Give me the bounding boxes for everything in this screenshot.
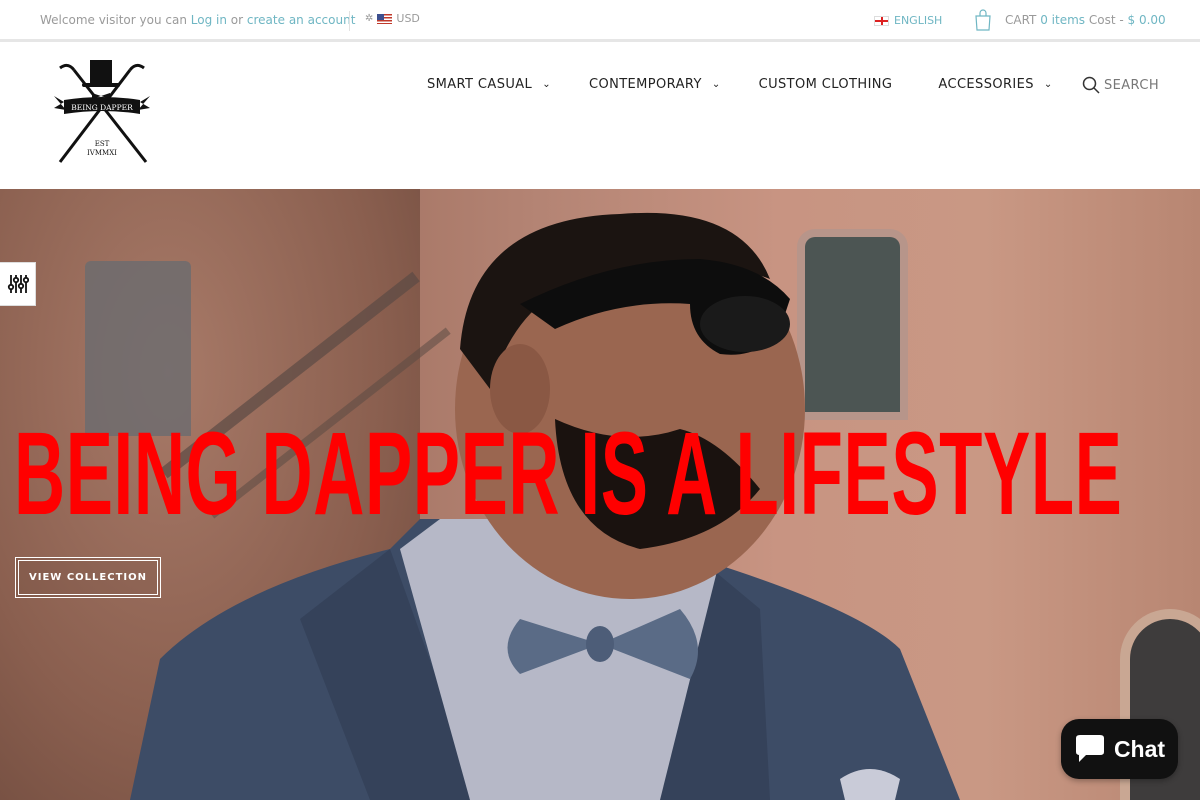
nav-label: ACCESSORIES (938, 77, 1034, 92)
sliders-icon (7, 275, 29, 293)
search-icon (1082, 76, 1100, 94)
hero-banner: BEING DAPPER IS A LIFESTYLE VIEW COLLECT… (0, 189, 1200, 800)
nav-item-smart-casual[interactable]: SMART CASUAL ⌄ (427, 77, 551, 92)
top-hat-canes-logo-icon: BEING DAPPER EST IVMMXI (54, 60, 150, 163)
shopping-bag-icon (975, 9, 991, 31)
site-header: BEING DAPPER EST IVMMXI SMART CASUAL ⌄ C… (0, 45, 1200, 189)
or-text: or (230, 13, 244, 27)
nav-item-accessories[interactable]: ACCESSORIES ⌄ (938, 77, 1052, 92)
us-flag-icon (377, 13, 393, 24)
filter-toggle-button[interactable] (0, 262, 36, 306)
divider (349, 11, 350, 31)
cart-cost-value: $ 0.00 (1127, 13, 1166, 27)
currency-label: USD (396, 12, 420, 25)
view-collection-button[interactable]: VIEW COLLECTION (15, 557, 161, 598)
top-bar: Welcome visitor you can Log in or create… (0, 0, 1200, 42)
logo-est-text: EST (95, 140, 110, 148)
brand-logo[interactable]: BEING DAPPER EST IVMMXI (50, 58, 154, 166)
nav-item-custom-clothing[interactable]: CUSTOM CLOTHING (759, 77, 893, 92)
language-label: ENGLISH (894, 14, 943, 27)
cart-summary[interactable]: CART 0 items Cost - $ 0.00 (973, 9, 1166, 31)
nav-label: CUSTOM CLOTHING (758, 77, 893, 92)
logo-year-text: IVMMXI (87, 149, 117, 157)
gear-icon: ✲ (365, 13, 374, 24)
welcome-text: Welcome visitor you can (40, 13, 187, 27)
hero-headline: BEING DAPPER IS A LIFESTYLE (14, 408, 1123, 540)
welcome-message: Welcome visitor you can Log in or create… (40, 13, 355, 27)
cart-item-count: 0 items (1040, 13, 1086, 27)
chat-bubble-icon (1075, 735, 1104, 762)
create-account-link[interactable]: create an account (247, 13, 356, 27)
currency-selector[interactable]: ✲ USD (365, 12, 420, 25)
nav-label: CONTEMPORARY (588, 77, 702, 92)
nav-item-contemporary[interactable]: CONTEMPORARY ⌄ (589, 77, 721, 92)
cart-label: CART (1005, 13, 1037, 27)
cart-cost-label: Cost - (1088, 13, 1124, 27)
chat-label: Chat (1113, 735, 1166, 762)
search-label: SEARCH (1104, 77, 1159, 93)
chevron-down-icon: ⌄ (711, 79, 721, 90)
chevron-down-icon: ⌄ (542, 79, 551, 90)
england-flag-icon (874, 15, 889, 26)
logo-banner-text: BEING DAPPER (71, 103, 133, 112)
chat-button[interactable]: Chat (1061, 719, 1178, 779)
language-selector[interactable]: ENGLISH (874, 14, 942, 27)
chevron-down-icon: ⌄ (1043, 79, 1053, 90)
nav-label: SMART CASUAL (427, 77, 533, 92)
login-link[interactable]: Log in (191, 13, 227, 27)
main-navigation: SMART CASUAL ⌄ CONTEMPORARY ⌄ CUSTOM CLO… (427, 77, 1053, 92)
search-button[interactable]: SEARCH (1082, 76, 1159, 94)
